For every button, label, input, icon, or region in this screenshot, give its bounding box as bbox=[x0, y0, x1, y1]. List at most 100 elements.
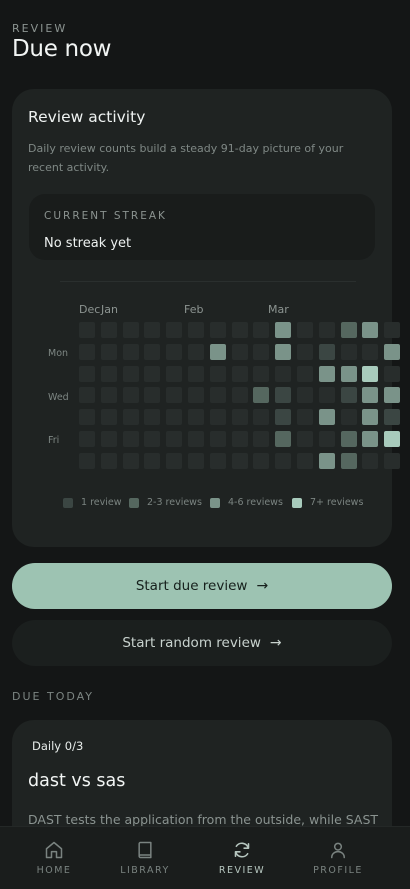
heatmap-legend: 1 review 2-3 reviews 4-6 reviews 7+ revi… bbox=[12, 497, 392, 511]
heatmap-cell bbox=[275, 409, 291, 425]
heatmap-cell bbox=[319, 387, 335, 403]
heatmap-cell bbox=[319, 453, 335, 469]
heatmap-cell bbox=[341, 431, 357, 447]
heatmap-cell bbox=[319, 409, 335, 425]
heatmap-cell bbox=[341, 366, 357, 382]
heatmap-cell bbox=[341, 322, 357, 338]
heatmap-cell bbox=[210, 344, 226, 360]
heatmap-cell bbox=[232, 322, 248, 338]
heatmap-cell bbox=[79, 344, 95, 360]
nav-label-home: HOME bbox=[36, 865, 72, 876]
card-title: Review activity bbox=[28, 108, 146, 126]
nav-home[interactable]: HOME bbox=[3, 827, 105, 889]
heatmap-cell bbox=[384, 431, 400, 447]
heatmap-cell bbox=[166, 344, 182, 360]
heatmap-cell bbox=[166, 322, 182, 338]
heatmap-cell bbox=[341, 453, 357, 469]
start-random-review-button[interactable]: Start random review → bbox=[12, 620, 392, 666]
heatmap-cell bbox=[210, 387, 226, 403]
heatmap-cell bbox=[275, 453, 291, 469]
heatmap-cell bbox=[319, 322, 335, 338]
month-label-feb: Feb bbox=[184, 303, 204, 316]
legend-item: 4-6 reviews bbox=[210, 497, 283, 508]
heatmap-cell bbox=[101, 344, 117, 360]
legend-swatch bbox=[63, 497, 73, 508]
heatmap-cell bbox=[123, 453, 139, 469]
legend-item: 1 review bbox=[63, 497, 121, 508]
day-label-fri: Fri bbox=[48, 435, 60, 446]
heatmap-cell bbox=[144, 322, 160, 338]
nav-profile[interactable]: PROFILE bbox=[287, 827, 389, 889]
divider bbox=[60, 281, 356, 282]
heatmap-cell bbox=[362, 453, 378, 469]
heatmap-cell bbox=[253, 322, 269, 338]
start-due-review-label: Start due review bbox=[135, 578, 248, 594]
heatmap-cell bbox=[188, 431, 204, 447]
heatmap-cell bbox=[384, 387, 400, 403]
due-today-label: DUE TODAY bbox=[12, 690, 95, 703]
legend-item: 2-3 reviews bbox=[129, 497, 202, 508]
day-label-wed: Wed bbox=[48, 392, 69, 403]
heatmap-cell bbox=[297, 431, 313, 447]
nav-library[interactable]: LIBRARY bbox=[94, 827, 196, 889]
heatmap-cell bbox=[166, 387, 182, 403]
start-due-review-button[interactable]: Start due review → bbox=[12, 563, 392, 609]
heatmap-cell bbox=[144, 409, 160, 425]
heatmap-cell bbox=[362, 366, 378, 382]
heatmap-cell bbox=[362, 387, 378, 403]
legend-label: 7+ reviews bbox=[310, 497, 364, 508]
month-label-jan: Jan bbox=[101, 303, 118, 316]
heatmap-cell bbox=[232, 344, 248, 360]
due-card-text: DAST tests the application from the outs… bbox=[28, 812, 379, 827]
heatmap-cell bbox=[101, 431, 117, 447]
nav-label-profile: PROFILE bbox=[313, 865, 363, 876]
heatmap-cell bbox=[166, 366, 182, 382]
page-eyebrow: REVIEW bbox=[12, 22, 68, 35]
legend-label: 1 review bbox=[81, 497, 122, 508]
heatmap-cell bbox=[188, 344, 204, 360]
heatmap-cell bbox=[253, 453, 269, 469]
heatmap-cell bbox=[210, 409, 226, 425]
heatmap-cell bbox=[253, 366, 269, 382]
arrow-right-icon: → bbox=[269, 635, 282, 651]
heatmap-cell bbox=[188, 387, 204, 403]
current-streak-panel: CURRENT STREAK No streak yet bbox=[29, 194, 375, 260]
heatmap-cell bbox=[362, 431, 378, 447]
heatmap-cell bbox=[166, 409, 182, 425]
heatmap-cell bbox=[144, 431, 160, 447]
heatmap-cell bbox=[144, 344, 160, 360]
heatmap-cell bbox=[297, 387, 313, 403]
heatmap-cell bbox=[144, 366, 160, 382]
heatmap-cell bbox=[101, 366, 117, 382]
daily-progress-badge: Daily 0/3 bbox=[32, 739, 84, 753]
heatmap-cell bbox=[101, 409, 117, 425]
month-label-mar: Mar bbox=[268, 303, 289, 316]
heatmap-cell bbox=[384, 322, 400, 338]
heatmap-cell bbox=[123, 431, 139, 447]
refresh-icon bbox=[234, 842, 250, 858]
heatmap-cell bbox=[232, 366, 248, 382]
heatmap-cell bbox=[384, 366, 400, 382]
heatmap-cell bbox=[384, 344, 400, 360]
legend-label: 4-6 reviews bbox=[228, 497, 283, 508]
heatmap-cell bbox=[101, 322, 117, 338]
nav-review[interactable]: REVIEW bbox=[191, 827, 293, 889]
heatmap-cell bbox=[101, 387, 117, 403]
streak-label: CURRENT STREAK bbox=[44, 210, 167, 222]
heatmap-cell bbox=[79, 431, 95, 447]
heatmap-cell bbox=[275, 387, 291, 403]
heatmap-cell bbox=[341, 387, 357, 403]
book-icon bbox=[138, 841, 152, 859]
heatmap-cell bbox=[253, 387, 269, 403]
heatmap-cell bbox=[253, 409, 269, 425]
legend-swatch bbox=[129, 497, 139, 508]
review-activity-card: Review activity Daily review counts buil… bbox=[12, 89, 400, 547]
heatmap-cell bbox=[79, 453, 95, 469]
heatmap-cell bbox=[210, 431, 226, 447]
heatmap-cell bbox=[188, 409, 204, 425]
heatmap-cell bbox=[166, 453, 182, 469]
heatmap-cell bbox=[188, 322, 204, 338]
heatmap-cell bbox=[79, 409, 95, 425]
arrow-right-icon: → bbox=[256, 578, 269, 594]
heatmap-cell bbox=[362, 322, 378, 338]
